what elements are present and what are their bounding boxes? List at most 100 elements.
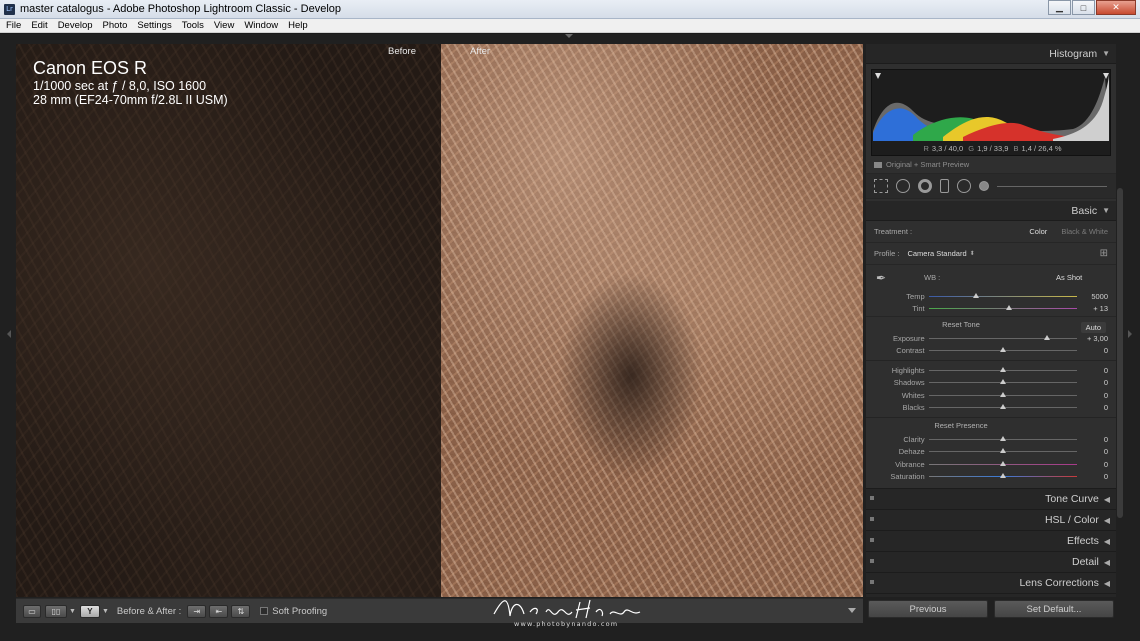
panel-detail[interactable]: Detail ◀	[866, 552, 1116, 573]
slider-value[interactable]: 0	[1085, 378, 1108, 387]
slider-value[interactable]: 0	[1085, 391, 1108, 400]
view-dropdown-icon[interactable]: ▼	[69, 608, 76, 615]
menu-view[interactable]: View	[208, 20, 238, 31]
top-panel-toggle-icon[interactable]	[565, 34, 573, 38]
profile-dropdown-icon[interactable]: ⬍	[970, 250, 975, 257]
slider-track[interactable]	[928, 391, 1077, 397]
slider-thumb[interactable]	[1005, 305, 1012, 311]
slider-thumb[interactable]	[999, 435, 1006, 441]
panel-calibration[interactable]: Calibration◀	[866, 594, 1116, 597]
slider-track[interactable]	[928, 366, 1077, 372]
close-button[interactable]: ✕	[1096, 0, 1136, 15]
panel-effects[interactable]: Effects ◀	[866, 531, 1116, 552]
basic-header[interactable]: Basic ▼	[866, 201, 1116, 221]
toolbar-menu-icon[interactable]	[848, 608, 856, 613]
eyedropper-icon[interactable]: ✒	[876, 271, 886, 285]
red-eye-tool-icon[interactable]	[918, 179, 932, 193]
right-panel-toggle-icon[interactable]	[1128, 330, 1132, 338]
slider-thumb[interactable]	[999, 391, 1006, 397]
soft-proofing-checkbox[interactable]	[260, 607, 269, 615]
adjustment-brush-icon[interactable]	[979, 181, 989, 191]
menu-edit[interactable]: Edit	[25, 20, 51, 31]
slider-track[interactable]	[928, 473, 1077, 479]
mode-dropdown-icon[interactable]: ▼	[102, 608, 109, 615]
minimize-button[interactable]: ▁	[1048, 0, 1071, 15]
copy-after-to-before-button[interactable]: ⇤	[209, 604, 229, 618]
slider-whites[interactable]: Whites 0	[866, 389, 1116, 402]
panel-switch-icon[interactable]	[870, 580, 874, 584]
slider-thumb[interactable]	[999, 473, 1006, 479]
left-panel-toggle-icon[interactable]	[7, 330, 11, 338]
treatment-bw-option[interactable]: Black & White	[1061, 227, 1108, 236]
copy-before-to-after-button[interactable]: ⇥	[187, 604, 207, 618]
panel-switch-icon[interactable]	[870, 538, 874, 542]
slider-tint[interactable]: Tint + 13	[866, 303, 1116, 316]
panel-hsl-color[interactable]: HSL / Color ◀	[866, 510, 1116, 531]
slider-thumb[interactable]	[999, 448, 1006, 454]
histogram-graph[interactable]: R 3,3 / 40,0 G 1,9 / 33,9 B 1,4 / 26,4 %	[871, 69, 1111, 156]
slider-track[interactable]	[928, 305, 1077, 311]
slider-thumb[interactable]	[999, 366, 1006, 372]
slider-thumb[interactable]	[999, 379, 1006, 385]
slider-track[interactable]	[928, 292, 1077, 298]
slider-thumb[interactable]	[999, 404, 1006, 410]
slider-value[interactable]: 0	[1085, 435, 1108, 444]
maximize-button[interactable]: □	[1072, 0, 1095, 15]
slider-value[interactable]: 0	[1085, 472, 1108, 481]
slider-track[interactable]	[928, 404, 1077, 410]
panel-lens-corrections[interactable]: Lens Corrections ◀	[866, 573, 1116, 594]
slider-contrast[interactable]: Contrast 0	[866, 345, 1116, 358]
slider-track[interactable]	[928, 435, 1077, 441]
before-after-mode-button[interactable]: Y	[79, 604, 100, 618]
menu-develop[interactable]: Develop	[52, 20, 97, 31]
treatment-color-option[interactable]: Color	[1029, 227, 1047, 236]
slider-value[interactable]: 0	[1085, 460, 1108, 469]
panel-switch-icon[interactable]	[870, 496, 874, 500]
radial-filter-icon[interactable]	[957, 179, 971, 193]
slider-temp[interactable]: Temp 5000	[866, 290, 1116, 303]
slider-vibrance[interactable]: Vibrance 0	[866, 458, 1116, 471]
right-panel-scrollbar[interactable]	[1117, 188, 1123, 518]
slider-value[interactable]: 0	[1085, 403, 1108, 412]
slider-value[interactable]: 0	[1085, 366, 1108, 375]
histogram-header[interactable]: Histogram ▼	[866, 44, 1116, 64]
profile-browser-icon[interactable]: ⊞	[1100, 248, 1108, 259]
slider-track[interactable]	[928, 460, 1077, 466]
panel-switch-icon[interactable]	[870, 517, 874, 521]
slider-highlights[interactable]: Highlights 0	[866, 364, 1116, 377]
slider-value[interactable]: + 3,00	[1085, 334, 1108, 343]
slider-value[interactable]: 5000	[1085, 292, 1108, 301]
profile-select[interactable]: Camera Standard	[907, 249, 966, 258]
spot-removal-tool-icon[interactable]	[896, 179, 910, 193]
before-image[interactable]	[16, 44, 441, 597]
set-default-button[interactable]: Set Default...	[994, 600, 1114, 618]
crop-tool-icon[interactable]	[874, 179, 888, 193]
panel-switch-icon[interactable]	[870, 559, 874, 563]
after-image[interactable]	[441, 44, 863, 597]
loupe-view-button[interactable]: ▭	[23, 604, 41, 618]
slider-thumb[interactable]	[972, 292, 979, 298]
slider-shadows[interactable]: Shadows 0	[866, 377, 1116, 390]
slider-thumb[interactable]	[1044, 334, 1051, 340]
menu-photo[interactable]: Photo	[97, 20, 132, 31]
slider-saturation[interactable]: Saturation 0	[866, 471, 1116, 484]
menu-file[interactable]: File	[0, 20, 25, 31]
menu-settings[interactable]: Settings	[131, 20, 175, 31]
auto-tone-button[interactable]: Auto	[1080, 322, 1106, 333]
slider-value[interactable]: 0	[1085, 346, 1108, 355]
slider-exposure[interactable]: Exposure + 3,00	[866, 332, 1116, 345]
slider-clarity[interactable]: Clarity 0	[866, 433, 1116, 446]
slider-thumb[interactable]	[999, 347, 1006, 353]
reset-presence-label[interactable]: Reset Presence	[866, 421, 1116, 433]
slider-value[interactable]: + 13	[1085, 304, 1108, 313]
slider-thumb[interactable]	[999, 460, 1006, 466]
compare-view-button[interactable]: ▯▯	[45, 604, 67, 618]
slider-blacks[interactable]: Blacks 0	[866, 402, 1116, 415]
wb-select[interactable]: As Shot	[1056, 273, 1082, 282]
slider-track[interactable]	[928, 379, 1077, 385]
menu-window[interactable]: Window	[238, 20, 282, 31]
slider-track[interactable]	[928, 334, 1077, 340]
menu-tools[interactable]: Tools	[176, 20, 208, 31]
menu-help[interactable]: Help	[282, 20, 312, 31]
swap-before-after-button[interactable]: ⇅	[231, 604, 251, 618]
